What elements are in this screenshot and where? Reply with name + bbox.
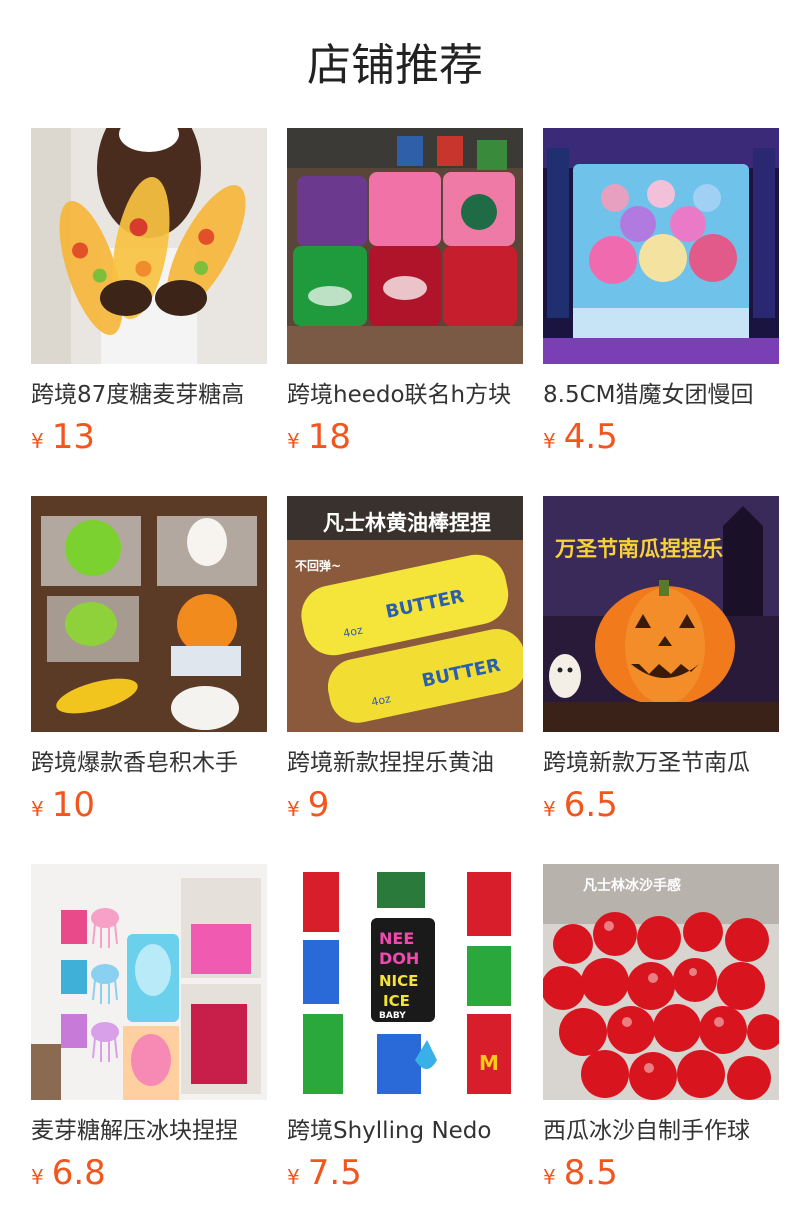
currency-symbol: ¥ (287, 429, 300, 453)
product-photo-fruit-squishies (31, 496, 267, 732)
product-photo-jellyfish-squishies (31, 864, 267, 1100)
product-title[interactable]: 跨境爆款香皂积木手 (31, 746, 267, 780)
svg-text:M: M (479, 1051, 499, 1075)
price-amount: 7.5 (307, 1153, 362, 1193)
product-price: ¥ 4.5 (543, 417, 779, 457)
price-amount: 13 (51, 417, 95, 457)
currency-symbol: ¥ (287, 797, 300, 821)
product-card[interactable]: 凡士林黄油棒捏捏 不回弹~ BUTTER 4oz BUTTER 4oz 跨境新款… (287, 496, 523, 864)
svg-text:BABY: BABY (379, 1011, 406, 1021)
product-card[interactable]: 8.5CM猎魔女团慢回 ¥ 4.5 (543, 128, 779, 496)
product-price: ¥ 10 (31, 785, 267, 825)
price-amount: 18 (307, 417, 351, 457)
overlay-text: 凡士林黄油棒捏捏 (323, 511, 491, 535)
product-photo-nice-ice-packages: NEE DOH NICE ICE BABY M (287, 864, 523, 1100)
product-title[interactable]: 西瓜冰沙自制手作球 (543, 1114, 779, 1148)
currency-symbol: ¥ (31, 1165, 44, 1189)
product-price: ¥ 13 (31, 417, 267, 457)
svg-text:NICE: NICE (379, 972, 418, 990)
currency-symbol: ¥ (543, 797, 556, 821)
product-image[interactable] (31, 496, 267, 732)
currency-symbol: ¥ (287, 1165, 300, 1189)
product-price: ¥ 7.5 (287, 1153, 523, 1193)
product-grid: 跨境87度糖麦芽糖高 ¥ 13 跨境heedo联名h方块 ¥ 18 8.5CM猎… (31, 128, 779, 1232)
product-title[interactable]: 跨境87度糖麦芽糖高 (31, 378, 267, 412)
product-photo-jelly-bananas (31, 128, 267, 364)
product-card[interactable]: 凡士林冰沙手感 西瓜冰沙自制手作球 ¥ 8.5 (543, 864, 779, 1232)
product-title[interactable]: 跨境heedo联名h方块 (287, 378, 523, 412)
currency-symbol: ¥ (31, 797, 44, 821)
price-amount: 6.5 (563, 785, 618, 825)
product-price: ¥ 9 (287, 785, 523, 825)
product-photo-butter-squishy: 凡士林黄油棒捏捏 不回弹~ BUTTER 4oz BUTTER 4oz (287, 496, 523, 732)
price-amount: 9 (307, 785, 330, 825)
product-image[interactable] (287, 128, 523, 364)
section-title: 店铺推荐 (307, 40, 483, 91)
overlay-text: 万圣节南瓜捏捏乐 (554, 537, 723, 561)
product-price: ¥ 6.8 (31, 1153, 267, 1193)
product-card[interactable]: 跨境87度糖麦芽糖高 ¥ 13 (31, 128, 267, 496)
product-image[interactable]: 凡士林冰沙手感 (543, 864, 779, 1100)
product-title[interactable]: 跨境新款捏捏乐黄油 (287, 746, 523, 780)
product-photo-mystery-box (543, 128, 779, 364)
product-price: ¥ 18 (287, 417, 523, 457)
overlay-subtext: 不回弹~ (295, 558, 341, 573)
product-title[interactable]: 麦芽糖解压冰块捏捏 (31, 1114, 267, 1148)
product-title[interactable]: 跨境新款万圣节南瓜 (543, 746, 779, 780)
price-amount: 6.8 (51, 1153, 106, 1193)
product-title[interactable]: 跨境Shylling Nedo (287, 1114, 523, 1148)
svg-text:ICE: ICE (383, 992, 410, 1010)
product-image[interactable] (31, 864, 267, 1100)
product-price: ¥ 6.5 (543, 785, 779, 825)
product-image[interactable] (543, 128, 779, 364)
currency-symbol: ¥ (543, 429, 556, 453)
product-image[interactable]: 万圣节南瓜捏捏乐 (543, 496, 779, 732)
product-card[interactable]: 麦芽糖解压冰块捏捏 ¥ 6.8 (31, 864, 267, 1232)
product-image[interactable]: 凡士林黄油棒捏捏 不回弹~ BUTTER 4oz BUTTER 4oz (287, 496, 523, 732)
product-price: ¥ 8.5 (543, 1153, 779, 1193)
currency-symbol: ¥ (31, 429, 44, 453)
currency-symbol: ¥ (543, 1165, 556, 1189)
product-card[interactable]: 万圣节南瓜捏捏乐 跨境新款万圣节南瓜 ¥ 6.5 (543, 496, 779, 864)
svg-text:DOH: DOH (379, 949, 419, 968)
price-amount: 4.5 (563, 417, 618, 457)
overlay-text: 凡士林冰沙手感 (583, 877, 681, 894)
product-photo-red-slush-balls: 凡士林冰沙手感 (543, 864, 779, 1100)
price-amount: 10 (51, 785, 95, 825)
product-title[interactable]: 8.5CM猎魔女团慢回 (543, 378, 779, 412)
product-image[interactable]: NEE DOH NICE ICE BABY M (287, 864, 523, 1100)
product-card[interactable]: 跨境heedo联名h方块 ¥ 18 (287, 128, 523, 496)
product-image[interactable] (31, 128, 267, 364)
product-photo-glowing-pumpkin: 万圣节南瓜捏捏乐 (543, 496, 779, 732)
svg-text:NEE: NEE (379, 929, 414, 948)
product-card[interactable]: 跨境爆款香皂积木手 ¥ 10 (31, 496, 267, 864)
price-amount: 8.5 (563, 1153, 618, 1193)
product-photo-soda-cubes (287, 128, 523, 364)
product-card[interactable]: NEE DOH NICE ICE BABY M 跨境Shylling Nedo … (287, 864, 523, 1232)
